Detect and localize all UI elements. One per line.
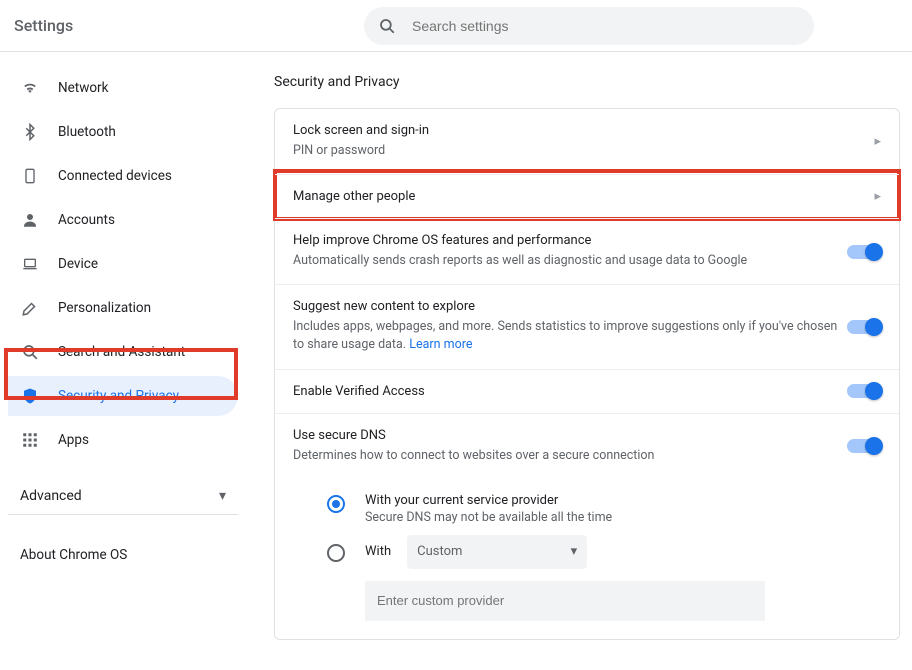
row-title: Enable Verified Access [293, 384, 847, 399]
chevron-down-icon: ▾ [219, 488, 226, 504]
sidebar-item-label: Device [58, 256, 98, 272]
row-subtitle: Includes apps, webpages, and more. Sends… [293, 318, 847, 354]
sidebar-advanced-label: Advanced [20, 488, 82, 504]
laptop-icon [20, 256, 40, 272]
radio-dns-current-provider[interactable] [327, 495, 345, 513]
row-title: Suggest new content to explore [293, 299, 847, 314]
sidebar-item-security[interactable]: Security and Privacy [8, 376, 238, 416]
row-crash-reports: Help improve Chrome OS features and perf… [275, 219, 899, 285]
page-title: Settings [14, 16, 364, 35]
row-secure-dns: Use secure DNS Determines how to connect… [275, 414, 899, 479]
phone-icon [20, 167, 40, 185]
sidebar-item-label: Connected devices [58, 168, 172, 184]
sidebar-item-label: Personalization [58, 300, 151, 316]
row-lock-screen[interactable]: Lock screen and sign-in PIN or password … [275, 109, 899, 175]
search-input[interactable] [410, 17, 800, 35]
radio-label: With your current service provider [365, 493, 612, 508]
sidebar-item-label: Search and Assistant [58, 344, 185, 360]
radio-sublabel: Secure DNS may not be available all the … [365, 510, 612, 525]
chevron-right-icon: ▸ [874, 134, 881, 149]
search-box[interactable] [364, 7, 814, 45]
row-title: Lock screen and sign-in [293, 123, 874, 138]
sidebar-item-label: Apps [58, 432, 89, 448]
shield-icon [20, 387, 40, 405]
row-manage-people[interactable]: Manage other people ▸ [275, 175, 899, 219]
section-heading: Security and Privacy [274, 74, 900, 90]
apps-icon [20, 431, 40, 449]
sidebar-item-network[interactable]: Network [8, 68, 238, 108]
sidebar-item-search-assistant[interactable]: Search and Assistant [8, 332, 238, 372]
radio-dns-custom[interactable] [327, 544, 345, 562]
sidebar-item-label: Security and Privacy [58, 388, 179, 404]
chevron-right-icon: ▸ [874, 189, 881, 204]
row-title: Use secure DNS [293, 428, 847, 443]
row-suggest-content: Suggest new content to explore Includes … [275, 285, 899, 369]
toggle-secure-dns[interactable] [847, 439, 881, 453]
brush-icon [20, 299, 40, 317]
row-subtitle: Automatically sends crash reports as wel… [293, 252, 847, 270]
row-title: Manage other people [293, 189, 874, 204]
sidebar-item-apps[interactable]: Apps [8, 420, 238, 460]
toggle-suggest-content[interactable] [847, 320, 881, 334]
sidebar-item-connected-devices[interactable]: Connected devices [8, 156, 238, 196]
select-dns-provider[interactable]: Custom ▾ [407, 535, 587, 569]
wifi-icon [20, 78, 40, 98]
person-icon [20, 211, 40, 229]
row-subtitle: PIN or password [293, 142, 874, 160]
toggle-crash-reports[interactable] [847, 245, 881, 259]
select-value: Custom [417, 544, 462, 559]
search-icon [20, 343, 40, 361]
search-icon [378, 17, 396, 35]
bluetooth-icon [20, 123, 40, 141]
row-subtitle: Determines how to connect to websites ov… [293, 447, 847, 465]
chevron-down-icon: ▾ [571, 544, 578, 559]
sidebar-item-label: Bluetooth [58, 124, 116, 140]
toggle-verified-access[interactable] [847, 384, 881, 398]
sidebar-item-label: Accounts [58, 212, 115, 228]
sidebar-item-personalization[interactable]: Personalization [8, 288, 238, 328]
radio-label: With [365, 544, 391, 559]
learn-more-link[interactable]: Learn more [409, 337, 472, 352]
sidebar-advanced[interactable]: Advanced ▾ [8, 478, 238, 515]
sidebar-item-device[interactable]: Device [8, 244, 238, 284]
sidebar-item-accounts[interactable]: Accounts [8, 200, 238, 240]
sidebar-item-bluetooth[interactable]: Bluetooth [8, 112, 238, 152]
row-title: Help improve Chrome OS features and perf… [293, 233, 847, 248]
row-verified-access: Enable Verified Access [275, 370, 899, 414]
sidebar-about[interactable]: About Chrome OS [8, 539, 238, 571]
sidebar-item-label: Network [58, 80, 108, 96]
